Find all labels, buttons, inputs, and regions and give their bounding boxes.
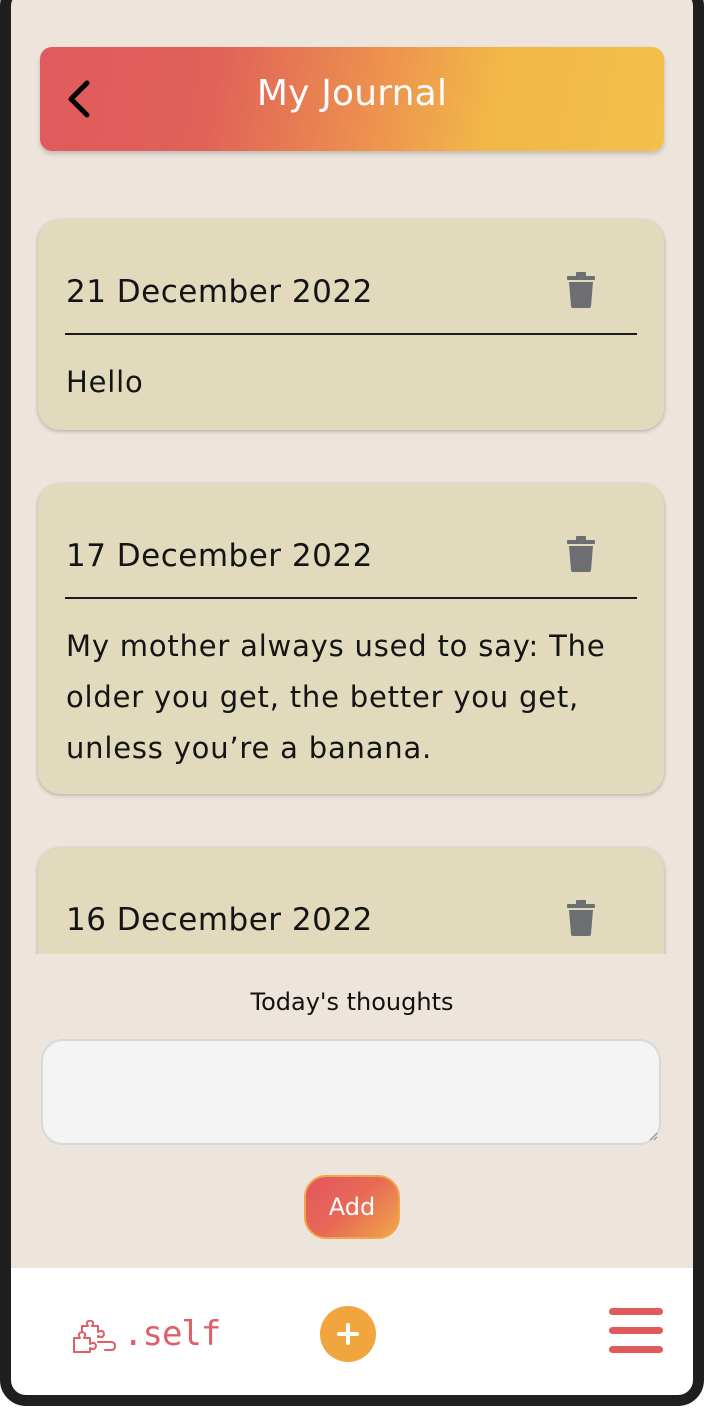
add-button[interactable]: Add	[304, 1175, 400, 1239]
todays-thoughts-input[interactable]	[41, 1039, 661, 1145]
bottom-nav: .self	[11, 1268, 693, 1398]
entry-divider	[65, 333, 637, 335]
entry-date: 21 December 2022	[66, 274, 373, 310]
trash-icon[interactable]	[566, 900, 596, 936]
entry-text: My mother always used to say: The older …	[66, 629, 606, 765]
hamburger-menu-icon[interactable]	[609, 1306, 663, 1356]
menu-bar	[609, 1327, 663, 1334]
page-title: My Journal	[256, 73, 448, 114]
journal-entry-card: 16 December 2022	[38, 848, 664, 954]
logo-wordmark-text: .self	[123, 1314, 221, 1354]
journal-entry-card: 21 December 2022 Hello	[38, 220, 664, 430]
entry-text: Hello	[66, 365, 144, 399]
new-entry-button[interactable]	[320, 1306, 376, 1362]
menu-bar	[609, 1346, 663, 1353]
journal-entry-card: 17 December 2022 My mother always used t…	[38, 484, 664, 794]
entry-divider	[65, 597, 637, 599]
app-screen: My Journal 21 December 2022 Hello 17 Dec…	[11, 0, 693, 1398]
header-bar: My Journal	[40, 47, 664, 151]
menu-bar	[609, 1308, 663, 1315]
phone: My Journal 21 December 2022 Hello 17 Dec…	[0, 0, 704, 1408]
journal-entry-list[interactable]: 21 December 2022 Hello 17 December 2022 …	[11, 170, 693, 954]
trash-icon[interactable]	[566, 536, 596, 572]
app-logo[interactable]: .self	[71, 1304, 221, 1354]
todays-thoughts-label: Today's thoughts	[250, 988, 454, 1016]
logo-wordmark: .self	[123, 1314, 221, 1354]
resize-grip-icon[interactable]	[648, 1131, 658, 1141]
puzzle-piece-icon	[73, 1320, 117, 1353]
trash-icon[interactable]	[566, 272, 596, 308]
entry-date: 16 December 2022	[66, 902, 373, 938]
plus-icon	[337, 1323, 359, 1345]
entry-date: 17 December 2022	[66, 538, 373, 574]
